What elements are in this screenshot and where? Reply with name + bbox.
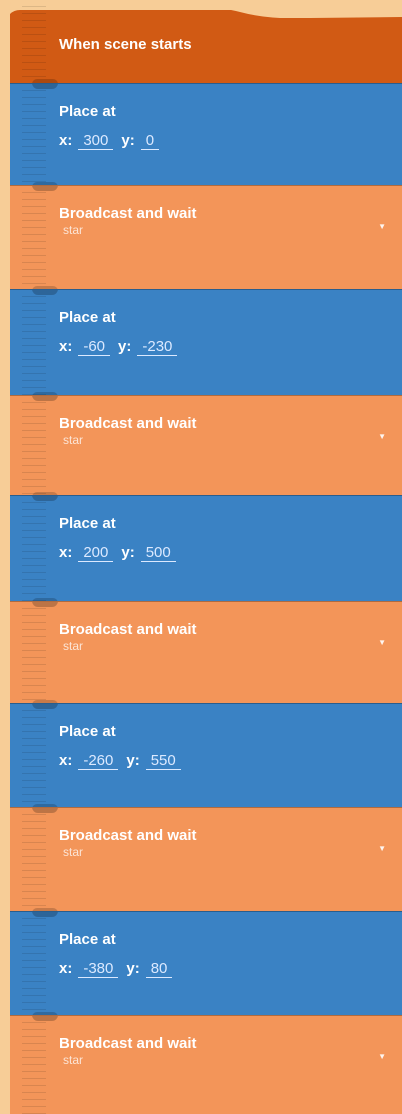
block-title: Place at — [59, 723, 116, 740]
broadcast-and-wait-block[interactable]: Broadcast and wait star ▼ — [10, 601, 402, 704]
block-title: Broadcast and wait — [59, 415, 197, 432]
drag-handle[interactable] — [22, 290, 46, 396]
dropdown-caret-icon[interactable]: ▼ — [378, 432, 386, 441]
x-input[interactable]: -60 — [78, 338, 111, 356]
message-dropdown[interactable]: star — [63, 1053, 83, 1067]
y-label: y: — [118, 338, 132, 355]
block-title: Broadcast and wait — [59, 1035, 197, 1052]
dropdown-caret-icon[interactable]: ▼ — [378, 638, 386, 647]
block-title: When scene starts — [59, 36, 192, 53]
y-label: y: — [121, 132, 135, 149]
x-label: x: — [59, 960, 73, 977]
y-input[interactable]: -230 — [137, 338, 178, 356]
place-at-block[interactable]: Place at x: -60 y: -230 — [10, 289, 402, 396]
x-label: x: — [59, 338, 73, 355]
drag-handle[interactable] — [22, 0, 46, 83]
x-input[interactable]: -260 — [78, 752, 119, 770]
y-input[interactable]: 80 — [145, 960, 173, 978]
coordinate-fields: x: -260 y: 550 — [59, 752, 189, 770]
y-input[interactable]: 500 — [140, 544, 176, 562]
drag-handle[interactable] — [22, 602, 46, 704]
x-input[interactable]: 200 — [78, 544, 114, 562]
y-label: y: — [126, 752, 140, 769]
drag-handle[interactable] — [22, 912, 46, 1016]
message-dropdown[interactable]: star — [63, 433, 83, 447]
x-label: x: — [59, 544, 73, 561]
message-dropdown[interactable]: star — [63, 639, 83, 653]
x-input[interactable]: -380 — [78, 960, 119, 978]
message-dropdown[interactable]: star — [63, 845, 83, 859]
dropdown-caret-icon[interactable]: ▼ — [378, 222, 386, 231]
place-at-block[interactable]: Place at x: 200 y: 500 — [10, 495, 402, 602]
drag-handle[interactable] — [22, 1016, 46, 1114]
x-label: x: — [59, 132, 73, 149]
message-dropdown[interactable]: star — [63, 223, 83, 237]
block-title: Place at — [59, 931, 116, 948]
place-at-block[interactable]: Place at x: 300 y: 0 — [10, 83, 402, 186]
y-input[interactable]: 0 — [140, 132, 160, 150]
coordinate-fields: x: -60 y: -230 — [59, 338, 185, 356]
block-title: Broadcast and wait — [59, 621, 197, 638]
drag-handle[interactable] — [22, 704, 46, 808]
drag-handle[interactable] — [22, 84, 46, 186]
drag-handle[interactable] — [22, 186, 46, 290]
broadcast-and-wait-block[interactable]: Broadcast and wait star ▼ — [10, 185, 402, 290]
x-label: x: — [59, 752, 73, 769]
dropdown-caret-icon[interactable]: ▼ — [378, 844, 386, 853]
block-title: Place at — [59, 309, 116, 326]
place-at-block[interactable]: Place at x: -380 y: 80 — [10, 911, 402, 1016]
drag-handle[interactable] — [22, 396, 46, 496]
y-label: y: — [126, 960, 140, 977]
broadcast-and-wait-block[interactable]: Broadcast and wait star ▼ — [10, 1015, 402, 1114]
block-title: Broadcast and wait — [59, 827, 197, 844]
code-script-stack: When scene starts Place at x: 300 y: 0 B… — [10, 0, 402, 1114]
dropdown-caret-icon[interactable]: ▼ — [378, 1052, 386, 1061]
coordinate-fields: x: 300 y: 0 — [59, 132, 167, 150]
block-title: Place at — [59, 515, 116, 532]
drag-handle[interactable] — [22, 808, 46, 912]
x-input[interactable]: 300 — [78, 132, 114, 150]
coordinate-fields: x: -380 y: 80 — [59, 960, 180, 978]
y-input[interactable]: 550 — [145, 752, 181, 770]
drag-handle[interactable] — [22, 496, 46, 602]
y-label: y: — [121, 544, 135, 561]
coordinate-fields: x: 200 y: 500 — [59, 544, 184, 562]
block-title: Place at — [59, 103, 116, 120]
when-scene-starts-block[interactable]: When scene starts — [10, 0, 402, 83]
broadcast-and-wait-block[interactable]: Broadcast and wait star ▼ — [10, 807, 402, 912]
block-title: Broadcast and wait — [59, 205, 197, 222]
place-at-block[interactable]: Place at x: -260 y: 550 — [10, 703, 402, 808]
broadcast-and-wait-block[interactable]: Broadcast and wait star ▼ — [10, 395, 402, 496]
